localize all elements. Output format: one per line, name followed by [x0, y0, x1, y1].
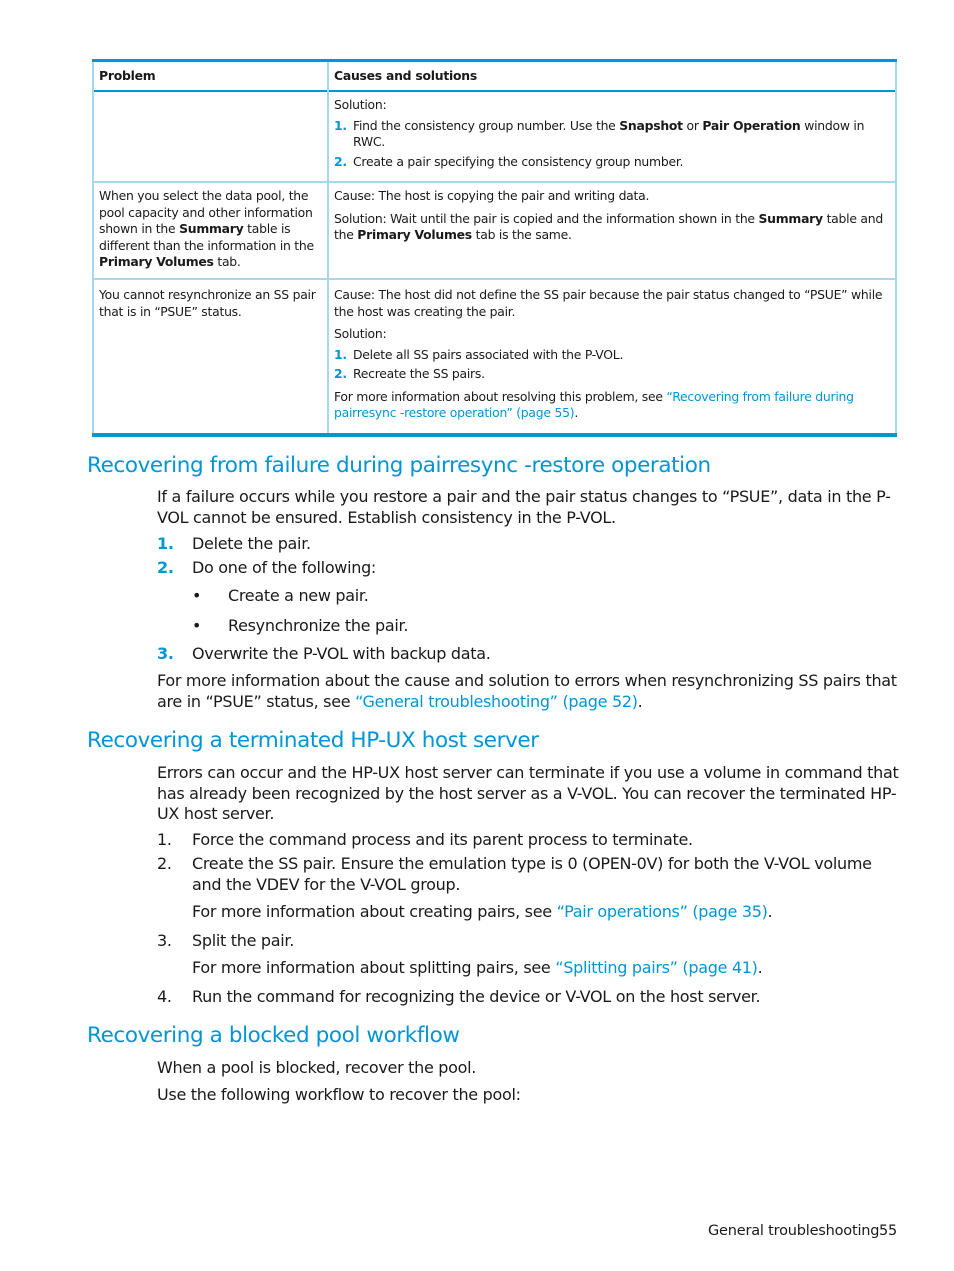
list-item: 1. Delete the pair.	[157, 534, 899, 555]
step-number: 4.	[157, 987, 172, 1006]
ui-term-summary: Summary	[758, 210, 824, 226]
problem-cell	[92, 91, 329, 182]
ui-term-pair-operation: Pair Operation	[702, 117, 801, 133]
step-number: 3.	[157, 644, 174, 663]
list-item: 2. Do one of the following:	[157, 558, 899, 579]
step2-note: For more information about creating pair…	[192, 902, 899, 923]
step-text: Overwrite the P-VOL with backup data.	[192, 644, 491, 663]
list-item: 3. Overwrite the P-VOL with backup data.	[157, 644, 899, 665]
list-item: 2. Create a pair specifying the consiste…	[334, 154, 890, 171]
text: Solution: Wait until the pair is copied …	[334, 210, 759, 226]
list-item: 2. Create the SS pair. Ensure the emulat…	[157, 854, 899, 895]
ui-term-primary-volumes: Primary Volumes	[357, 227, 472, 242]
troubleshooting-table: Problem Causes and solutions Solution: 1…	[92, 59, 897, 437]
step-number: 2.	[334, 366, 347, 381]
link-general-troubleshooting[interactable]: “General troubleshooting” (page 52)	[355, 692, 638, 711]
solution-label: Solution:	[334, 97, 387, 112]
step-text: Do one of the following:	[192, 558, 377, 577]
section-heading-blocked-pool: Recovering a blocked pool workflow	[87, 1023, 460, 1048]
solution-cell: Cause: The host did not define the SS pa…	[327, 279, 897, 435]
solution-steps: 1. Delete all SS pairs associated with t…	[334, 347, 890, 383]
bullet-text: Resynchronize the pair.	[228, 616, 409, 635]
list-item: 3. Split the pair.	[157, 931, 899, 952]
footer-section-title: General troubleshooting	[708, 1223, 880, 1239]
step-text: Create a pair specifying the consistency…	[353, 153, 684, 169]
solution-steps: 1. Find the consistency group number. Us…	[334, 118, 890, 171]
step-number: 1.	[157, 830, 172, 849]
problem-text: When you select the data pool, the pool …	[99, 188, 322, 271]
step-text: Find the consistency group number. Use t…	[353, 117, 620, 133]
section2-intro: Errors can occur and the HP-UX host serv…	[157, 763, 899, 823]
header-problem: Problem	[92, 60, 329, 91]
text: tab.	[213, 254, 241, 269]
table-row: You cannot resynchronize an SS pair that…	[92, 279, 897, 435]
bullet-item: • Resynchronize the pair.	[192, 616, 408, 637]
section-heading-recovering-from-failure: Recovering from failure during pairresyn…	[87, 453, 711, 478]
ui-term-primary-volumes: Primary Volumes	[99, 254, 214, 269]
ui-term-snapshot: Snapshot	[619, 117, 683, 133]
cause-text: Cause: The host is copying the pair and …	[334, 188, 650, 203]
bullet-item: • Create a new pair.	[192, 586, 369, 607]
solution-cell: Solution: 1. Find the consistency group …	[327, 91, 897, 182]
text: .	[574, 405, 579, 420]
list-item: 1. Delete all SS pairs associated with t…	[334, 347, 890, 364]
text: .	[637, 691, 643, 711]
header-causes-solutions: Causes and solutions	[327, 60, 897, 91]
solution-text: Solution: Wait until the pair is copied …	[334, 211, 890, 244]
section-heading-terminated-host: Recovering a terminated HP-UX host serve…	[87, 728, 539, 753]
list-item: 1. Find the consistency group number. Us…	[334, 118, 890, 151]
step-text: Delete the pair.	[192, 534, 311, 553]
section1-more-info: For more information about the cause and…	[157, 671, 899, 712]
bullet-icon: •	[192, 616, 202, 635]
step-text: Recreate the SS pairs.	[353, 366, 485, 381]
cause-text: Cause: The host did not define the SS pa…	[334, 287, 883, 319]
step-number: 2.	[334, 153, 347, 169]
step3-note: For more information about splitting pai…	[192, 958, 899, 979]
step-text: Force the command process and its parent…	[192, 830, 693, 849]
section1-intro: If a failure occurs while you restore a …	[157, 487, 891, 527]
list-item: 4. Run the command for recognizing the d…	[157, 987, 899, 1008]
step-text: or	[682, 117, 703, 133]
link-pair-operations[interactable]: “Pair operations” (page 35)	[557, 902, 768, 921]
step-number: 2.	[157, 854, 172, 873]
problem-cell: When you select the data pool, the pool …	[92, 182, 329, 279]
text: For more information about splitting pai…	[192, 958, 556, 977]
link-splitting-pairs[interactable]: “Splitting pairs” (page 41)	[555, 958, 758, 977]
solution-cell: Cause: The host is copying the pair and …	[327, 182, 897, 279]
step-number: 1.	[334, 117, 347, 133]
list-item: 1. Force the command process and its par…	[157, 830, 899, 851]
step-number: 1.	[157, 534, 174, 553]
text: .	[767, 902, 773, 921]
text: .	[757, 958, 763, 977]
solution-label: Solution:	[334, 326, 387, 341]
text: For more information about creating pair…	[192, 902, 557, 921]
step-number: 1.	[334, 346, 347, 362]
text: tab is the same.	[471, 227, 572, 242]
step-text: Split the pair.	[192, 931, 295, 950]
table-row: When you select the data pool, the pool …	[92, 182, 897, 279]
step-text: Create the SS pair. Ensure the emulation…	[192, 854, 872, 894]
problem-text: You cannot resynchronize an SS pair that…	[99, 287, 316, 319]
problem-cell: You cannot resynchronize an SS pair that…	[92, 279, 329, 435]
section3-p2: Use the following workflow to recover th…	[157, 1085, 521, 1104]
text: For more information about resolving thi…	[334, 388, 667, 404]
step-text: Delete all SS pairs associated with the …	[353, 346, 624, 362]
list-item: 2. Recreate the SS pairs.	[334, 366, 890, 383]
ui-term-summary: Summary	[179, 221, 244, 236]
step-number: 3.	[157, 931, 172, 950]
step-text: Run the command for recognizing the devi…	[192, 987, 761, 1006]
bullet-text: Create a new pair.	[228, 586, 369, 605]
bullet-icon: •	[192, 586, 202, 605]
step-number: 2.	[157, 558, 174, 577]
table-row: Solution: 1. Find the consistency group …	[92, 91, 897, 182]
more-info-text: For more information about resolving thi…	[334, 389, 890, 422]
page-number: 55	[878, 1223, 897, 1239]
section3-p1: When a pool is blocked, recover the pool…	[157, 1058, 477, 1077]
table-header-row: Problem Causes and solutions	[92, 60, 897, 91]
